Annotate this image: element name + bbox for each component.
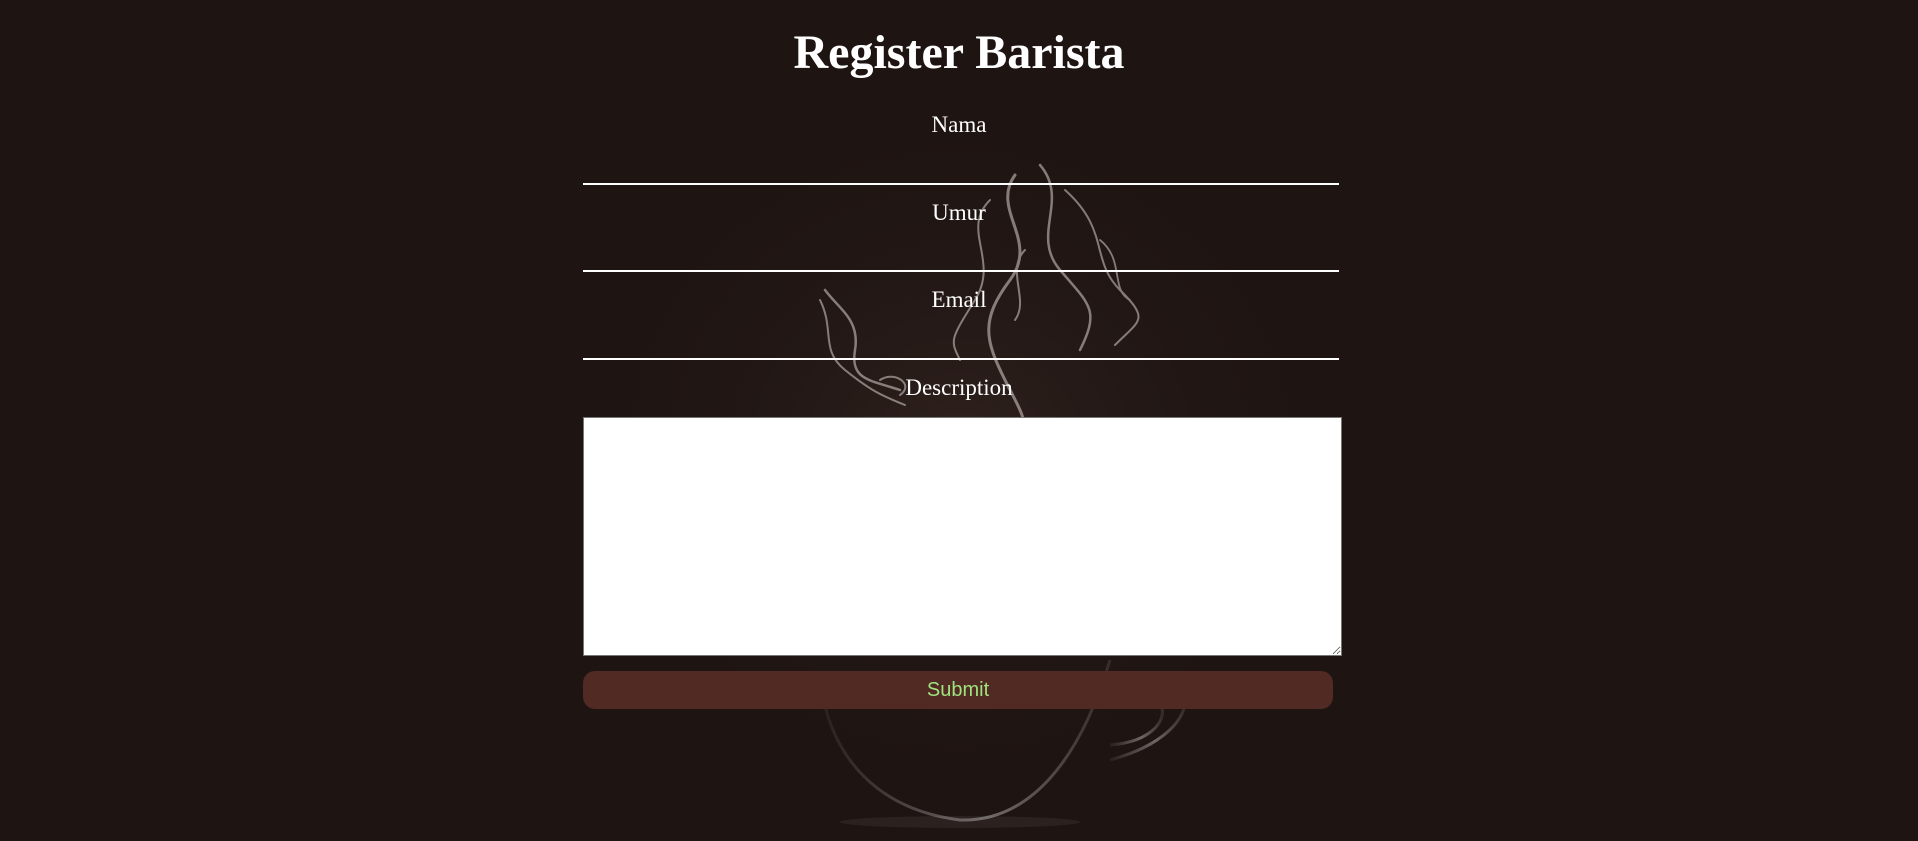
umur-label: Umur xyxy=(932,200,986,225)
submit-button[interactable]: Submit xyxy=(583,671,1333,709)
nama-input[interactable] xyxy=(583,149,1339,185)
page-title: Register Barista xyxy=(793,26,1125,79)
description-textarea[interactable] xyxy=(583,417,1342,656)
email-input[interactable] xyxy=(583,324,1339,360)
description-label: Description xyxy=(905,375,1013,400)
nama-label: Nama xyxy=(931,112,987,137)
umur-input[interactable] xyxy=(583,236,1339,272)
email-label: Email xyxy=(931,287,987,312)
